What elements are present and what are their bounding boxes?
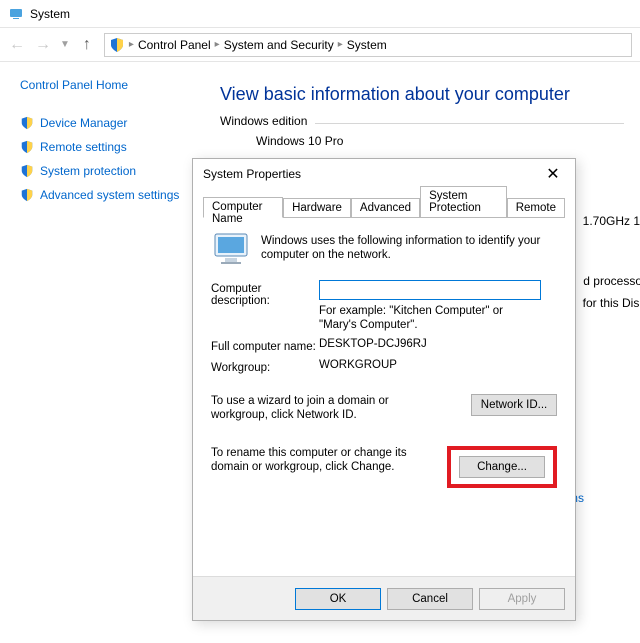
- fullname-value: DESKTOP-DCJ96RJ: [319, 338, 557, 350]
- system-properties-dialog: System Properties ✕ Computer Name Hardwa…: [192, 158, 576, 621]
- dialog-body: Computer Name Hardware Advanced System P…: [193, 189, 575, 576]
- shield-icon: [20, 164, 34, 178]
- workgroup-row: Workgroup: WORKGROUP: [211, 359, 557, 374]
- network-id-block: To use a wizard to join a domain or work…: [211, 394, 557, 422]
- fullname-label: Full computer name:: [211, 338, 319, 353]
- change-block: To rename this computer or change its do…: [211, 446, 557, 488]
- control-panel-home-link[interactable]: Control Panel Home: [20, 78, 192, 92]
- shield-icon: [20, 188, 34, 202]
- nav-forward-icon: →: [34, 36, 52, 54]
- sidebar-item-label: Remote settings: [40, 140, 127, 154]
- dialog-button-row: OK Cancel Apply: [193, 576, 575, 620]
- tab-body: Windows uses the following information t…: [203, 218, 565, 496]
- fullname-row: Full computer name: DESKTOP-DCJ96RJ: [211, 338, 557, 353]
- change-callout: Change...: [447, 446, 557, 488]
- sidebar-item-remote-settings[interactable]: Remote settings: [20, 140, 192, 154]
- ok-button[interactable]: OK: [295, 588, 381, 610]
- shield-icon: [109, 37, 125, 53]
- chevron-right-icon[interactable]: ▸: [338, 39, 343, 50]
- page-heading: View basic information about your comput…: [220, 84, 624, 105]
- description-label: Computer description:: [211, 280, 319, 307]
- sidebar-item-label: Device Manager: [40, 116, 127, 130]
- info-text: Windows uses the following information t…: [261, 232, 557, 262]
- info-row: Windows uses the following information t…: [211, 232, 557, 266]
- change-button[interactable]: Change...: [459, 456, 545, 478]
- sidebar: Control Panel Home Device Manager Remote…: [0, 62, 200, 643]
- workgroup-label: Workgroup:: [211, 359, 319, 374]
- sidebar-item-label: System protection: [40, 164, 136, 178]
- change-hint: To rename this computer or change its do…: [211, 446, 441, 474]
- tab-computer-name[interactable]: Computer Name: [203, 197, 283, 218]
- breadcrumb[interactable]: ▸ Control Panel ▸ System and Security ▸ …: [104, 33, 632, 57]
- nav-back-icon[interactable]: ←: [8, 36, 26, 54]
- dialog-title: System Properties: [203, 167, 301, 181]
- breadcrumb-item[interactable]: Control Panel: [138, 38, 211, 52]
- window-title: System: [30, 7, 70, 21]
- close-icon[interactable]: ✕: [541, 164, 565, 184]
- description-row: Computer description: For example: "Kitc…: [211, 280, 557, 332]
- window-titlebar: System: [0, 0, 640, 28]
- group-label: Windows edition: [220, 114, 315, 128]
- nav-history-dropdown-icon[interactable]: ▼: [60, 39, 70, 50]
- sidebar-item-device-manager[interactable]: Device Manager: [20, 116, 192, 130]
- windows-edition-group: Windows edition Windows 10 Pro: [220, 123, 624, 148]
- sidebar-item-label: Advanced system settings: [40, 188, 179, 202]
- cancel-button[interactable]: Cancel: [387, 588, 473, 610]
- breadcrumb-item[interactable]: System: [347, 38, 387, 52]
- sidebar-item-advanced-settings[interactable]: Advanced system settings: [20, 188, 192, 202]
- edition-value: Windows 10 Pro: [256, 134, 624, 148]
- tab-advanced[interactable]: Advanced: [351, 198, 420, 217]
- system-icon: [8, 6, 24, 22]
- workgroup-value: WORKGROUP: [319, 359, 557, 371]
- apply-button[interactable]: Apply: [479, 588, 565, 610]
- obscured-text-fragment: 1.70GHz 1. d processor for this Disp: [583, 210, 640, 314]
- chevron-right-icon[interactable]: ▸: [215, 39, 220, 50]
- chevron-right-icon[interactable]: ▸: [129, 39, 134, 50]
- network-id-hint: To use a wizard to join a domain or work…: [211, 394, 441, 422]
- navbar: ← → ▼ ↑ ▸ Control Panel ▸ System and Sec…: [0, 28, 640, 62]
- sidebar-item-system-protection[interactable]: System protection: [20, 164, 192, 178]
- shield-icon: [20, 116, 34, 130]
- tabstrip: Computer Name Hardware Advanced System P…: [203, 195, 565, 218]
- tab-remote[interactable]: Remote: [507, 198, 565, 217]
- tab-hardware[interactable]: Hardware: [283, 198, 351, 217]
- description-input[interactable]: [319, 280, 541, 300]
- description-example: For example: "Kitchen Computer" or "Mary…: [319, 304, 541, 332]
- breadcrumb-item[interactable]: System and Security: [224, 38, 334, 52]
- computer-icon: [211, 232, 251, 266]
- dialog-titlebar[interactable]: System Properties ✕: [193, 159, 575, 189]
- nav-up-icon[interactable]: ↑: [78, 36, 96, 54]
- tab-system-protection[interactable]: System Protection: [420, 186, 507, 217]
- network-id-button[interactable]: Network ID...: [471, 394, 557, 416]
- shield-icon: [20, 140, 34, 154]
